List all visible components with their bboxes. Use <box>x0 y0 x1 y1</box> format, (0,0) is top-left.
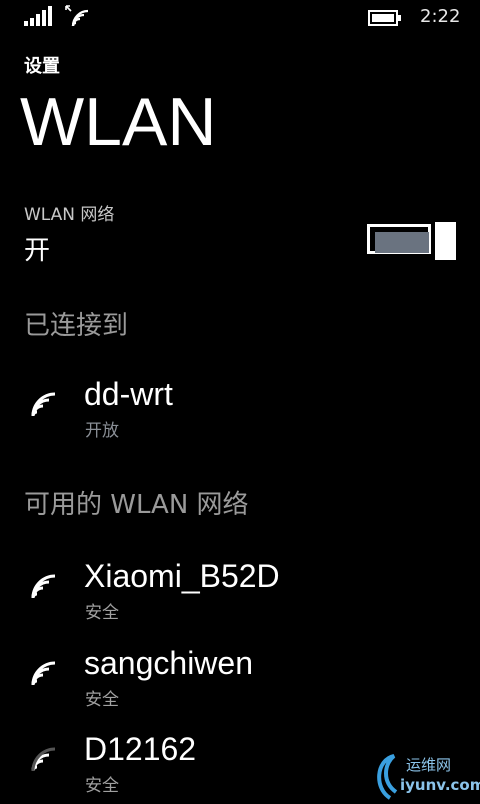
page-title: WLAN <box>20 84 217 160</box>
battery-icon <box>368 10 401 26</box>
wifi-status-icon <box>65 5 89 27</box>
wifi-signal-icon <box>31 574 56 599</box>
status-time: 2:22 <box>420 6 461 27</box>
network-name: Xiaomi_B52D <box>84 558 280 594</box>
wifi-signal-weak-icon <box>31 747 56 772</box>
watermark-domain: iyunv.com <box>400 776 480 794</box>
signal-bars-icon <box>24 6 52 26</box>
toggle-track <box>367 224 431 254</box>
available-section-header: 可用的 WLAN 网络 <box>24 490 249 520</box>
network-status: 安全 <box>85 776 119 796</box>
network-status: 开放 <box>85 421 119 441</box>
network-item-available[interactable]: Xiaomi_B52D 安全 <box>24 558 464 628</box>
network-status: 安全 <box>85 603 119 623</box>
wifi-signal-icon <box>31 661 56 686</box>
network-status: 安全 <box>85 690 119 710</box>
wifi-signal-icon <box>31 392 56 417</box>
watermark-logo: 运维网 iyunv.com <box>370 748 480 800</box>
network-name: dd-wrt <box>84 376 173 412</box>
network-name: D12162 <box>84 731 197 767</box>
watermark-text: 运维网 <box>406 756 452 774</box>
network-name: sangchiwen <box>84 645 253 681</box>
toggle-fill <box>375 232 429 253</box>
status-bar: 2:22 <box>0 0 480 34</box>
toggle-thumb[interactable] <box>435 222 456 260</box>
wlan-toggle-switch[interactable] <box>367 222 457 260</box>
app-title: 设置 <box>24 56 60 77</box>
network-item-available[interactable]: sangchiwen 安全 <box>24 645 464 715</box>
wlan-toggle-label: WLAN 网络 <box>24 205 115 225</box>
wlan-toggle-state: 开 <box>24 236 51 266</box>
connected-section-header: 已连接到 <box>24 311 129 341</box>
network-item-connected[interactable]: dd-wrt 开放 <box>24 376 464 446</box>
